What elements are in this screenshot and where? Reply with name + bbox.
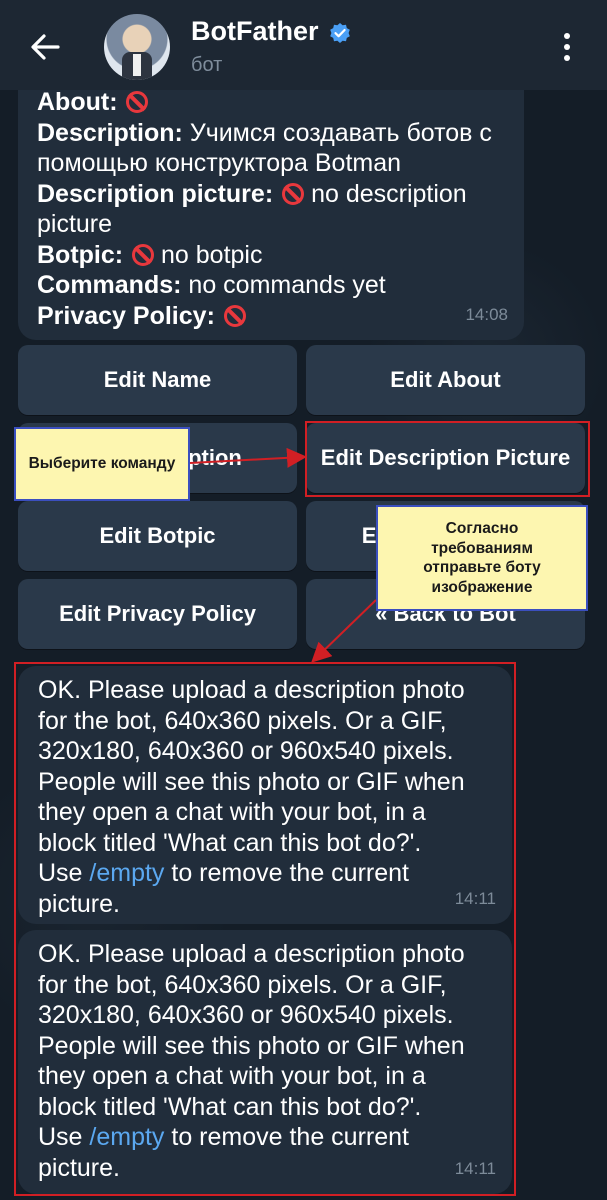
annotation-arrow bbox=[311, 599, 377, 663]
annotation-note: Выберите команду bbox=[14, 427, 190, 501]
annotation-arrow bbox=[189, 447, 307, 468]
annotation-note: Согласно требованиям отправьте боту изоб… bbox=[376, 505, 588, 611]
